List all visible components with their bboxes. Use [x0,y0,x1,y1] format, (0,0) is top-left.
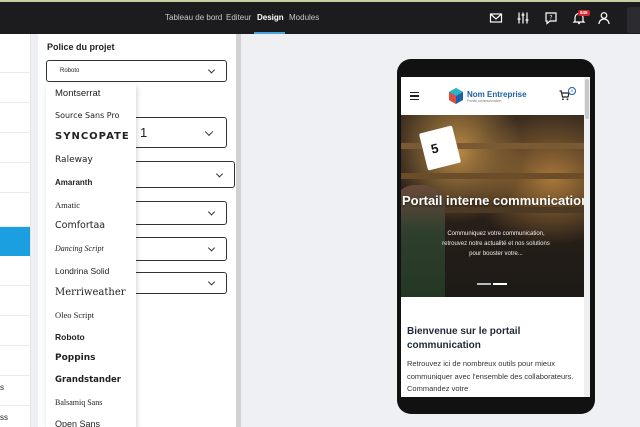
rail-item[interactable] [0,34,30,73]
font-option[interactable]: Dancing Script [55,244,104,253]
rail-item-label: ss [0,413,8,422]
font-option[interactable]: Poppins [55,353,96,363]
hero-shelf [401,173,590,179]
hero-subtitle: Communiquez votre communication, retrouv… [442,231,550,257]
font-option[interactable]: Merriweather [55,287,126,298]
font-option[interactable]: Comfortaa [55,220,105,231]
mail-icon[interactable] [489,11,503,25]
nav-tableau-de-bord[interactable]: Tableau de bord [165,13,222,22]
hero-title: Portail interne communication [401,193,590,208]
logo-icon [449,88,463,104]
font-dropdown: Montserrat Source Sans Pro Syncopate Ral… [46,84,136,427]
rail-item-active[interactable] [0,227,30,256]
scrollbar-thumb[interactable] [585,79,589,119]
font-option[interactable]: Londrina Solid [55,266,109,276]
nav-active-indicator [254,32,285,34]
rail-item[interactable] [0,163,30,193]
preview-scrollbar[interactable] [584,77,590,397]
rail-item[interactable] [0,376,30,406]
phone-screen: Nom Entreprise Portail communication 0 5… [401,77,590,397]
chevron-down-icon [207,278,216,286]
font-option[interactable]: Roboto [55,332,85,342]
left-rail: s ss [0,34,31,427]
font-option[interactable]: Amaranth [55,178,92,187]
chevron-down-icon [204,127,214,136]
svg-text:?: ? [549,15,552,22]
rail-item-label: s [0,383,4,392]
cart-count: 0 [568,87,576,95]
brand-name[interactable]: Nom Entreprise [467,90,527,99]
menu-icon[interactable] [410,92,419,102]
rail-item[interactable] [0,193,30,227]
font-option[interactable]: Balsamiq Sans [55,398,102,407]
font-option[interactable]: Oleo Script [55,310,94,320]
top-bar-edge [627,7,640,33]
nav-editeur[interactable]: Editeur [226,13,251,22]
font-select[interactable]: Roboto [46,60,227,82]
rail-item[interactable] [0,73,30,103]
rail-item[interactable] [0,256,30,286]
sliders-icon[interactable] [516,11,530,25]
chevron-down-icon [207,244,216,252]
font-option[interactable]: Raleway [55,155,93,165]
font-select-value: Roboto [60,68,80,74]
chevron-down-icon [215,169,224,178]
font-option[interactable]: Open Sans [55,419,100,427]
site-header: Nom Entreprise Portail communication 0 [401,77,590,115]
welcome-text: Retrouvez ici de nombreux outils pour mi… [407,359,574,393]
panel-scrollbar[interactable] [236,34,241,427]
user-icon[interactable] [597,11,611,25]
help-icon[interactable]: ? [544,11,558,25]
notification-badge: 845 [578,10,590,16]
chevron-down-icon [207,66,216,74]
rail-item[interactable] [0,286,30,316]
rail-item[interactable] [0,103,30,133]
font-option[interactable]: Grandstander [55,375,121,385]
field-value: 1 [140,125,148,140]
chevron-down-icon [207,208,216,216]
font-option[interactable]: Amatic [55,200,80,210]
nav-modules[interactable]: Modules [289,13,319,22]
font-option[interactable]: Syncopate [55,131,130,142]
carousel-dot-active[interactable] [493,283,507,285]
hero-banner: 5 Portail interne communication Communiq… [401,115,590,297]
panel-title: Police du projet [47,42,115,52]
font-option[interactable]: Source Sans Pro [55,111,119,120]
rail-item[interactable] [0,133,30,163]
nav-design[interactable]: Design [257,13,284,22]
brand-tagline: Portail communication [467,99,502,103]
rail-item[interactable] [0,316,30,346]
top-bar: Tableau de bord Editeur Design Modules ?… [0,0,640,34]
rail-item[interactable] [0,346,30,376]
price-sign [418,125,462,171]
welcome-title: Bienvenue sur le portail communication [407,326,521,351]
font-option[interactable]: Montserrat [55,88,100,99]
carousel-dot[interactable] [477,283,491,285]
